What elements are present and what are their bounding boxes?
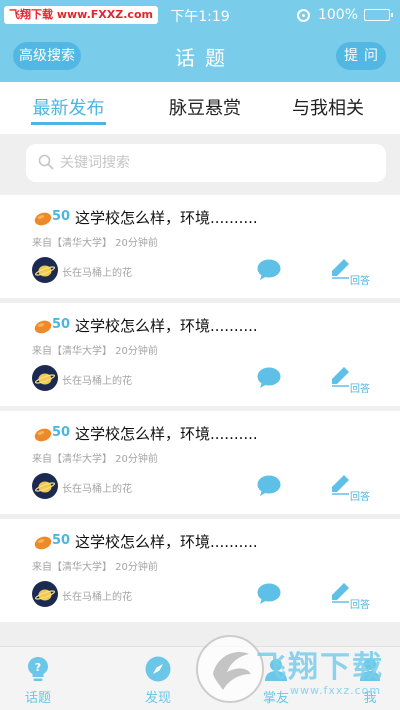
answer-label: 回答 (350, 276, 370, 287)
watermark-url: www.fxxz.com (290, 684, 382, 697)
active-tab-indicator (31, 122, 106, 125)
search-icon (38, 154, 54, 170)
bounty-points: 50 (52, 533, 71, 548)
user-name[interactable]: 长在马桶上的花 (62, 372, 132, 387)
answer-button[interactable]: 回答 (329, 365, 377, 395)
bean-coin-icon (34, 428, 52, 442)
tab-latest[interactable]: 最新发布 (31, 94, 106, 120)
pencil-icon (332, 367, 349, 387)
watermark-brand: 飞翔下载 (256, 650, 384, 685)
user-avatar[interactable] (32, 365, 58, 391)
question-card[interactable]: 50 这学校怎么样，环境.......... 来自【清华大学】 20分钟前 长在… (0, 303, 400, 406)
svg-text:?: ? (35, 661, 41, 674)
answer-button[interactable]: 回答 (329, 581, 377, 611)
pencil-icon (332, 583, 349, 603)
tab-bounty[interactable]: 脉豆悬赏 (165, 94, 245, 120)
tabbar-item-topics[interactable]: ? 话题 (8, 655, 68, 706)
answer-button[interactable]: 回答 (329, 473, 377, 503)
bounty-points: 50 (52, 317, 71, 332)
status-bar: 飞翔下载 www.FXXZ.com 下午1:19 100% (0, 0, 400, 30)
topic-tabs: 最新发布 脉豆悬赏 与我相关 (0, 82, 400, 134)
comment-icon[interactable] (257, 583, 281, 605)
compass-icon (145, 656, 171, 682)
question-title[interactable]: 这学校怎么样，环境.......... (75, 531, 258, 552)
question-card[interactable]: 50 这学校怎么样，环境.......... 来自【清华大学】 20分钟前 长在… (0, 195, 400, 298)
user-avatar[interactable] (32, 473, 58, 499)
answer-label: 回答 (350, 492, 370, 503)
question-title[interactable]: 这学校怎么样，环境.......... (75, 423, 258, 444)
user-avatar[interactable] (32, 257, 58, 283)
question-title[interactable]: 这学校怎么样，环境.......... (75, 315, 258, 336)
search-input[interactable] (60, 144, 360, 182)
search-area (0, 134, 400, 192)
search-box[interactable] (26, 144, 386, 182)
bean-coin-icon (34, 212, 52, 226)
question-meta: 来自【清华大学】 20分钟前 (32, 562, 158, 573)
user-name[interactable]: 长在马桶上的花 (62, 588, 132, 603)
tabbar-label-discover: 发现 (144, 691, 171, 706)
answer-label: 回答 (350, 384, 370, 395)
bounty-points: 50 (52, 209, 71, 224)
comment-icon[interactable] (257, 259, 281, 281)
tabbar-item-discover[interactable]: 发现 (128, 655, 188, 706)
watermark-logo (196, 635, 264, 703)
ask-question-button[interactable]: 提问 (336, 42, 386, 70)
user-avatar[interactable] (32, 581, 58, 607)
lightbulb-icon: ? (28, 657, 48, 681)
bean-coin-icon (34, 320, 52, 334)
question-meta: 来自【清华大学】 20分钟前 (32, 454, 158, 465)
question-meta: 来自【清华大学】 20分钟前 (32, 346, 158, 357)
tab-related-to-me[interactable]: 与我相关 (288, 94, 368, 120)
question-meta: 来自【清华大学】 20分钟前 (32, 238, 158, 249)
comment-icon[interactable] (257, 367, 281, 389)
nav-bar: 高级搜索 话题 提问 (0, 30, 400, 82)
user-name[interactable]: 长在马桶上的花 (62, 264, 132, 279)
comment-icon[interactable] (257, 475, 281, 497)
bounty-points: 50 (52, 425, 71, 440)
pencil-icon (332, 259, 349, 279)
question-card[interactable]: 50 这学校怎么样，环境.......... 来自【清华大学】 20分钟前 长在… (0, 519, 400, 622)
rotation-lock-icon (296, 8, 310, 22)
question-card[interactable]: 50 这学校怎么样，环境.......... 来自【清华大学】 20分钟前 长在… (0, 411, 400, 514)
pencil-icon (332, 475, 349, 495)
battery-icon (364, 9, 393, 21)
question-title[interactable]: 这学校怎么样，环境.......... (75, 207, 258, 228)
battery-percent: 100% (317, 7, 358, 23)
tabbar-label-topics: 话题 (24, 691, 51, 706)
user-name[interactable]: 长在马桶上的花 (62, 480, 132, 495)
answer-label: 回答 (350, 600, 370, 611)
bean-coin-icon (34, 536, 52, 550)
answer-button[interactable]: 回答 (329, 257, 377, 287)
status-right: 100% (296, 5, 393, 25)
